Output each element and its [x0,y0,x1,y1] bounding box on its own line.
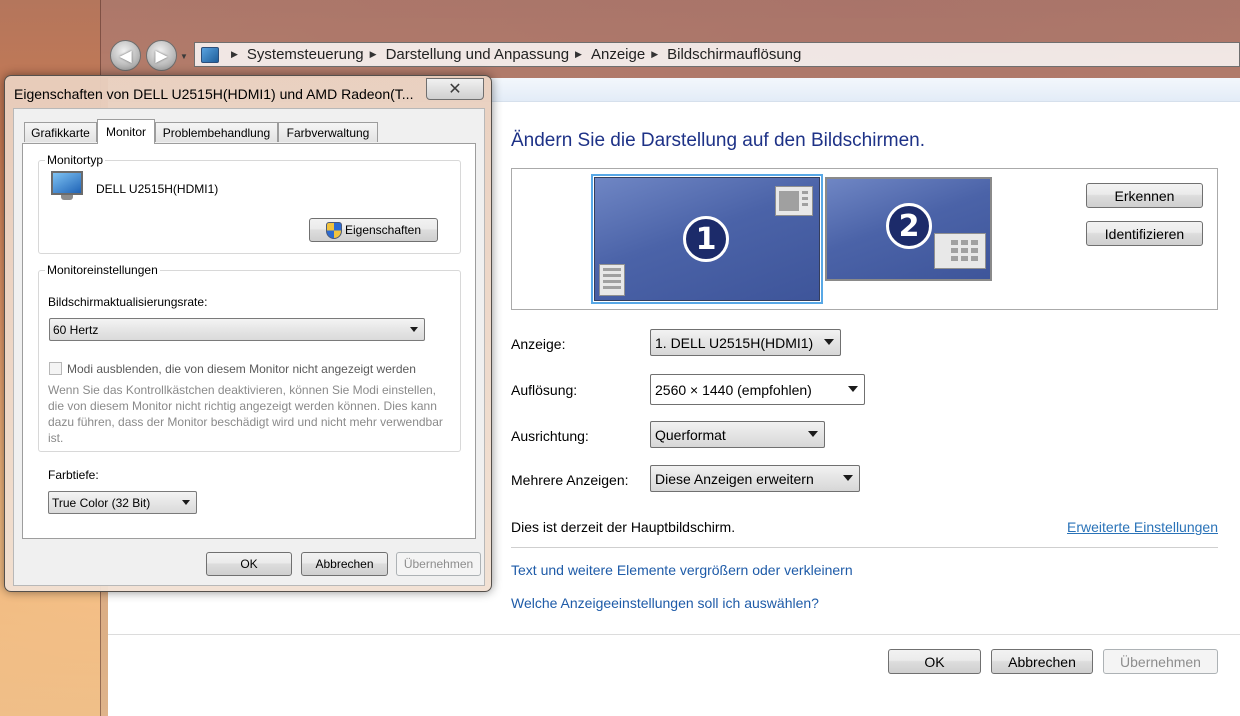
address-bar[interactable]: ▶ Systemsteuerung ▶ Darstellung und Anpa… [194,42,1240,67]
chevron-down-icon [182,500,190,505]
close-icon: ✕ [448,81,462,98]
uac-shield-icon [325,221,342,239]
orientation-label: Ausrichtung: [511,428,589,444]
tab-farbverwaltung[interactable]: Farbverwaltung [278,122,378,142]
breadcrumb-item[interactable]: Darstellung und Anpassung [386,46,569,63]
monitor-properties-button[interactable]: Eigenschaften [309,218,438,242]
chevron-down-icon [808,431,818,437]
orientation-select-value: Querformat [655,426,726,443]
monitor-2-preview[interactable]: 2 [825,177,992,281]
breadcrumb-separator-icon[interactable]: ▶ [370,49,377,60]
advanced-settings-link[interactable]: Erweiterte Einstellungen [1067,519,1218,535]
window-thumbnail-icon [599,264,625,296]
color-depth-label: Farbtiefe: [48,468,99,482]
detect-button[interactable]: Erkennen [1086,183,1203,208]
multiple-displays-select[interactable]: Diese Anzeigen erweitern [650,465,860,492]
tab-monitor[interactable]: Monitor [97,119,155,144]
window-thumbnail-icon [934,233,986,269]
monitor-1-preview[interactable]: 1 [591,174,823,304]
monitor-number-badge: 1 [683,216,729,262]
dialog-apply-button[interactable]: Übernehmen [396,552,481,576]
breadcrumb-separator-icon[interactable]: ▶ [651,49,658,60]
window-thumbnail-icon [775,186,813,216]
display-help-link[interactable]: Welche Anzeigeeinstellungen soll ich aus… [511,595,819,611]
orientation-select[interactable]: Querformat [650,421,825,448]
dialog-cancel-button[interactable]: Abbrechen [301,552,388,576]
display-label: Anzeige: [511,336,566,352]
refresh-rate-label: Bildschirmaktualisierungsrate: [48,295,208,309]
ok-button[interactable]: OK [888,649,981,674]
breadcrumb-item[interactable]: Bildschirmauflösung [667,46,801,63]
monitor-type-group: Monitortyp DELL U2515H(HDMI1) Eigenschaf… [38,153,461,254]
divider [108,634,1240,635]
divider [511,547,1218,548]
warning-text: Wenn Sie das Kontrollkästchen deaktivier… [48,383,443,445]
page-title: Ändern Sie die Darstellung auf den Bilds… [511,130,926,151]
monitor-number-badge: 2 [886,203,932,249]
breadcrumb-item[interactable]: Systemsteuerung [247,46,364,63]
control-panel-icon [201,46,219,63]
chevron-down-icon [848,386,858,392]
display-select-value: 1. DELL U2515H(HDMI1) [655,334,814,351]
multiple-displays-label: Mehrere Anzeigen: [511,472,629,488]
monitor-name: DELL U2515H(HDMI1) [96,182,219,196]
back-button[interactable]: ◀ [110,40,141,71]
monitor-tab-panel: Monitortyp DELL U2515H(HDMI1) Eigenschaf… [22,143,476,539]
dialog-ok-button[interactable]: OK [206,552,292,576]
tab-grafikkarte[interactable]: Grafikkarte [24,122,97,142]
monitor-icon [51,171,83,201]
apply-button[interactable]: Übernehmen [1103,649,1218,674]
color-depth-value: True Color (32 Bit) [52,495,151,510]
breadcrumb-separator-icon[interactable]: ▶ [231,49,238,60]
chevron-down-icon [410,327,418,332]
forward-arrow-icon: ▶ [155,47,168,65]
resolution-select[interactable]: 2560 × 1440 (empfohlen) [650,374,865,405]
resolution-label: Auflösung: [511,382,578,398]
group-label: Monitoreinstellungen [45,263,160,277]
breadcrumb-separator-icon[interactable]: ▶ [575,49,582,60]
back-arrow-icon: ◀ [119,47,132,65]
hide-modes-label: Modi ausblenden, die von diesem Monitor … [67,362,416,376]
monitor-settings-group: Monitoreinstellungen Bildschirmaktualisi… [38,263,461,452]
primary-display-status: Dies ist derzeit der Hauptbildschirm. [511,519,736,535]
refresh-rate-value: 60 Hertz [53,322,99,337]
close-button[interactable]: ✕ [426,78,484,100]
tab-problembehandlung[interactable]: Problembehandlung [155,122,278,142]
cancel-button[interactable]: Abbrechen [991,649,1093,674]
display-select[interactable]: 1. DELL U2515H(HDMI1) [650,329,841,356]
dialog-body: Grafikkarte Monitor Problembehandlung Fa… [13,108,485,586]
monitor-properties-label: Eigenschaften [344,223,422,237]
hide-modes-checkbox[interactable] [49,362,62,375]
color-depth-select[interactable]: True Color (32 Bit) [48,491,197,514]
chevron-down-icon [824,339,834,345]
forward-button[interactable]: ▶ [146,40,177,71]
multiple-displays-select-value: Diese Anzeigen erweitern [655,470,814,487]
monitor-properties-dialog: Eigenschaften von DELL U2515H(HDMI1) und… [4,75,492,592]
breadcrumb-item[interactable]: Anzeige [591,46,645,63]
group-label: Monitortyp [45,153,106,167]
resize-text-link[interactable]: Text und weitere Elemente vergrößern ode… [511,562,853,578]
dialog-title: Eigenschaften von DELL U2515H(HDMI1) und… [14,86,414,102]
resolution-select-value: 2560 × 1440 (empfohlen) [655,381,812,398]
identify-button[interactable]: Identifizieren [1086,221,1203,246]
chevron-down-icon [843,475,853,481]
recent-pages-dropdown[interactable]: ▼ [180,52,188,61]
refresh-rate-select[interactable]: 60 Hertz [49,318,425,341]
